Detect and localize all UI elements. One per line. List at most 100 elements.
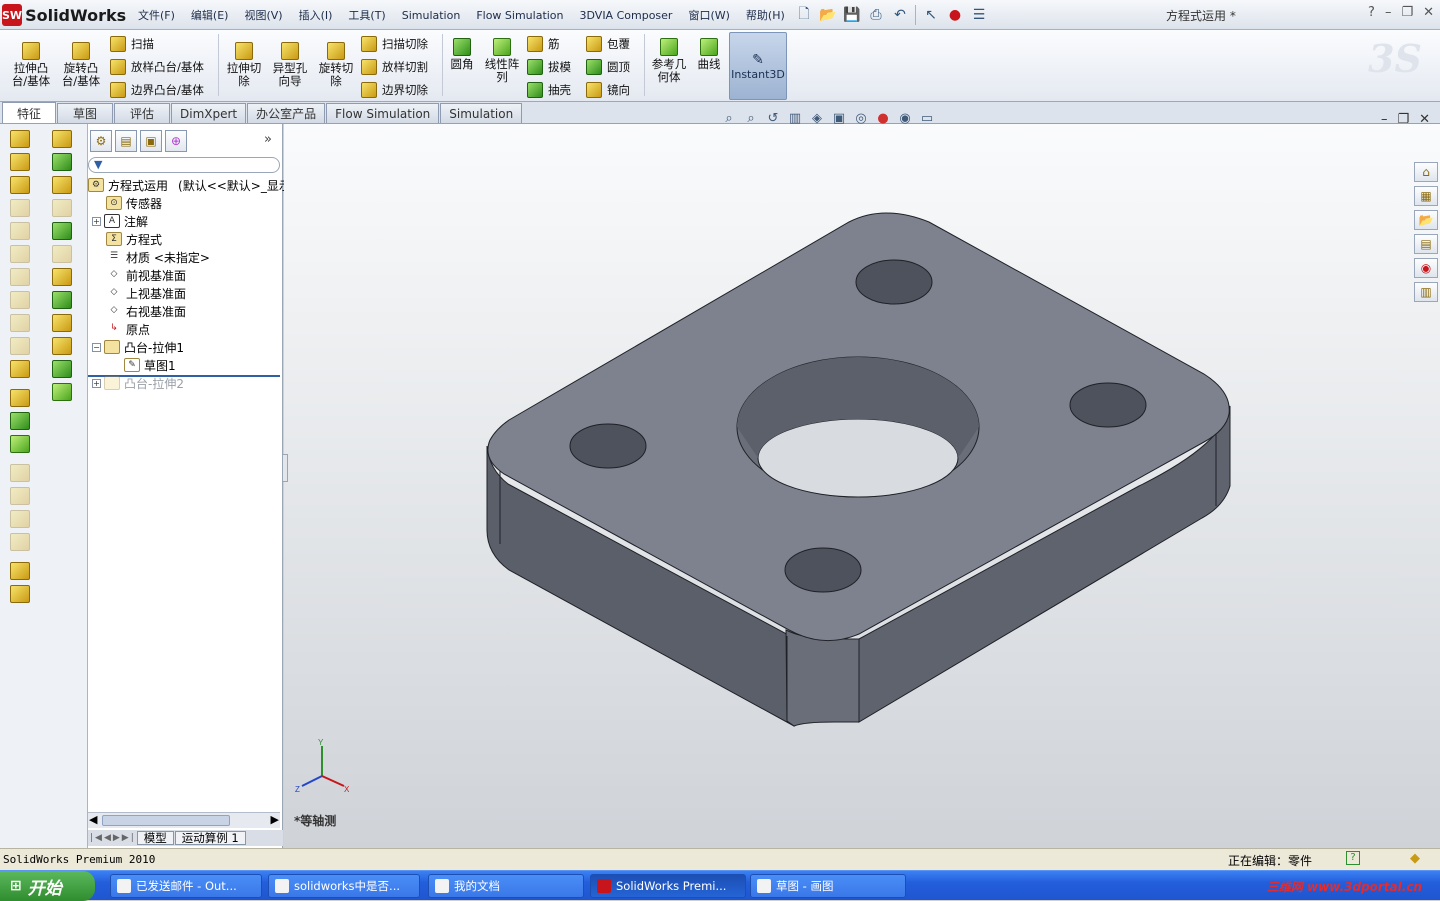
lofted-cut-button[interactable]: 放样切割 xyxy=(361,59,428,75)
open-folder-icon[interactable]: 📂 xyxy=(817,4,839,26)
file-explorer-icon[interactable]: 📂 xyxy=(1414,210,1438,230)
instant3d-button[interactable]: ✎ Instant3D xyxy=(729,32,787,100)
new-document-icon[interactable]: 🗋 xyxy=(793,4,815,26)
shell-button[interactable]: 抽壳 xyxy=(527,82,571,98)
dome-button[interactable]: 圆顶 xyxy=(586,59,630,75)
delete-face-icon[interactable] xyxy=(10,487,30,505)
reference-geometry-button[interactable]: 参考几 何体 xyxy=(648,38,690,84)
tree-item-right-plane[interactable]: ◇ 右视基准面 xyxy=(106,302,186,320)
tree-item-top-plane[interactable]: ◇ 上视基准面 xyxy=(106,284,186,302)
boundary-boss-button[interactable]: 边界凸台/基体 xyxy=(110,82,204,98)
scroll-right-icon[interactable]: ▶ xyxy=(271,813,279,826)
sweep-tool-icon[interactable] xyxy=(10,176,30,194)
hole-wizard-button[interactable]: 异型孔 向导 xyxy=(268,42,312,88)
menu-file[interactable]: 文件(F) xyxy=(130,7,183,23)
tree-root[interactable]: ⚙ 方程式运用 (默认<<默认>_显示 xyxy=(88,176,291,194)
sweep-button[interactable]: 扫描 xyxy=(110,36,154,52)
scroll-thumb[interactable] xyxy=(102,815,230,826)
taskbar-item-my-documents[interactable]: 我的文档 xyxy=(428,874,584,898)
select-pointer-icon[interactable]: ↖ xyxy=(920,4,942,26)
undo-icon[interactable]: ↶ xyxy=(889,4,911,26)
freeform-icon[interactable] xyxy=(10,533,30,551)
tab-evaluate[interactable]: 评估 xyxy=(114,103,170,123)
extrude-tool-icon[interactable] xyxy=(10,130,30,148)
print-icon[interactable]: ⎙ xyxy=(865,4,887,26)
knit-tool-icon[interactable] xyxy=(10,268,30,286)
cut-extrude-icon[interactable] xyxy=(52,314,72,332)
revolve-boss-button[interactable]: 旋转凸 台/基体 xyxy=(58,42,104,88)
menu-window[interactable]: 窗口(W) xyxy=(680,7,737,23)
thicken-tool-icon[interactable] xyxy=(10,222,30,240)
menu-help[interactable]: 帮助(H) xyxy=(738,7,793,23)
revolve-cut-button[interactable]: 旋转切 除 xyxy=(314,42,358,88)
tree-item-sketch1[interactable]: ✎ 草图1 xyxy=(124,356,176,374)
part-model[interactable] xyxy=(284,124,1440,848)
tree-item-origin[interactable]: ↳ 原点 xyxy=(106,320,150,338)
dimxpert-manager-tab-icon[interactable]: ⊕ xyxy=(165,130,187,152)
menu-insert[interactable]: 插入(I) xyxy=(291,7,341,23)
menu-tools[interactable]: 工具(T) xyxy=(340,7,393,23)
extrude-boss-button[interactable]: 拉伸凸 台/基体 xyxy=(8,42,54,88)
design-library-icon[interactable]: ▦ xyxy=(1414,186,1438,206)
revolve-tool-icon[interactable] xyxy=(10,153,30,171)
help-icon[interactable]: ? xyxy=(1368,5,1375,20)
configuration-manager-tab-icon[interactable]: ▣ xyxy=(140,130,162,152)
feature-manager-tab-icon[interactable]: ⚙ xyxy=(90,130,112,152)
appearances-scenes-icon[interactable]: ◉ xyxy=(1414,258,1438,278)
plane-tool-icon[interactable] xyxy=(52,199,72,217)
3d-sketch-icon[interactable] xyxy=(52,130,72,148)
tab-model[interactable]: 模型 xyxy=(136,831,174,845)
pattern-tool-icon[interactable] xyxy=(10,435,30,453)
view-palette-icon[interactable]: ▤ xyxy=(1414,234,1438,254)
linear-pattern-button[interactable]: 线性阵 列 xyxy=(482,38,522,84)
thread-tool-icon[interactable] xyxy=(10,360,30,378)
tree-horizontal-scrollbar[interactable]: ◀ ▶ xyxy=(88,812,280,828)
tree-item-boss-extrude1[interactable]: − 凸台-拉伸1 xyxy=(92,338,184,356)
tree-item-annotations[interactable]: + A 注解 xyxy=(92,212,148,230)
cosmetic-thread-icon[interactable] xyxy=(10,412,30,430)
taskbar-item-solidworks[interactable]: SolidWorks Premi... xyxy=(590,874,746,898)
solidworks-resources-icon[interactable]: ⌂ xyxy=(1414,162,1438,182)
replace-face-icon[interactable] xyxy=(10,510,30,528)
fillet-button[interactable]: 圆角 xyxy=(446,38,478,71)
restore-icon[interactable]: ❐ xyxy=(1401,5,1413,20)
save-icon[interactable]: 💾 xyxy=(841,4,863,26)
expand-panel-icon[interactable]: » xyxy=(264,132,272,147)
tree-item-equations[interactable]: Σ 方程式 xyxy=(106,230,162,248)
start-button[interactable]: ⊞ 开始 xyxy=(0,871,95,901)
tab-motion-study[interactable]: 运动算例 1 xyxy=(174,831,246,845)
shell-tool-icon[interactable] xyxy=(52,337,72,355)
minimize-icon[interactable]: – xyxy=(1385,5,1392,20)
tree-item-sensors[interactable]: ⊙ 传感器 xyxy=(106,194,162,212)
tab-flow-simulation[interactable]: Flow Simulation xyxy=(326,103,440,123)
custom-properties-icon[interactable]: ▥ xyxy=(1414,282,1438,302)
taskbar-item-outlook[interactable]: 已发送邮件 - Out... xyxy=(110,874,262,898)
fillet-tool-icon[interactable] xyxy=(52,222,72,240)
close-icon[interactable]: ✕ xyxy=(1423,5,1434,20)
menu-flow-simulation[interactable]: Flow Simulation xyxy=(468,9,571,22)
combine-tool-icon[interactable] xyxy=(10,585,30,603)
hole-tool-icon[interactable] xyxy=(10,389,30,407)
boundary-tool-icon[interactable] xyxy=(10,245,30,263)
tab-dimxpert[interactable]: DimXpert xyxy=(171,103,247,123)
tab-simulation[interactable]: Simulation xyxy=(440,103,523,123)
rib-button[interactable]: 筋 xyxy=(527,36,560,52)
menu-view[interactable]: 视图(V) xyxy=(236,7,290,23)
help-status-icon[interactable]: ? xyxy=(1346,851,1360,865)
tab-nav-arrows-icon[interactable]: |◀◀▶▶| xyxy=(90,833,136,843)
axis-tool-icon[interactable] xyxy=(52,291,72,309)
tree-item-boss-extrude2[interactable]: + 凸台-拉伸2 xyxy=(92,374,184,392)
reference-point-icon[interactable] xyxy=(52,383,72,401)
tree-item-front-plane[interactable]: ◇ 前视基准面 xyxy=(106,266,186,284)
taskbar-item-browser[interactable]: solidworks中是否... xyxy=(268,874,420,898)
flex-tool-icon[interactable] xyxy=(10,337,30,355)
face-tool-icon[interactable] xyxy=(52,268,72,286)
move-face-icon[interactable] xyxy=(10,464,30,482)
expand-icon[interactable]: + xyxy=(92,216,101,226)
options-icon[interactable]: ☰ xyxy=(968,4,990,26)
part-hole-bottom[interactable] xyxy=(784,547,862,593)
loft-tool-icon[interactable] xyxy=(10,199,30,217)
draft-button[interactable]: 拔模 xyxy=(527,59,571,75)
smart-dimension-icon[interactable] xyxy=(52,153,72,171)
split-tool-icon[interactable] xyxy=(10,291,30,309)
